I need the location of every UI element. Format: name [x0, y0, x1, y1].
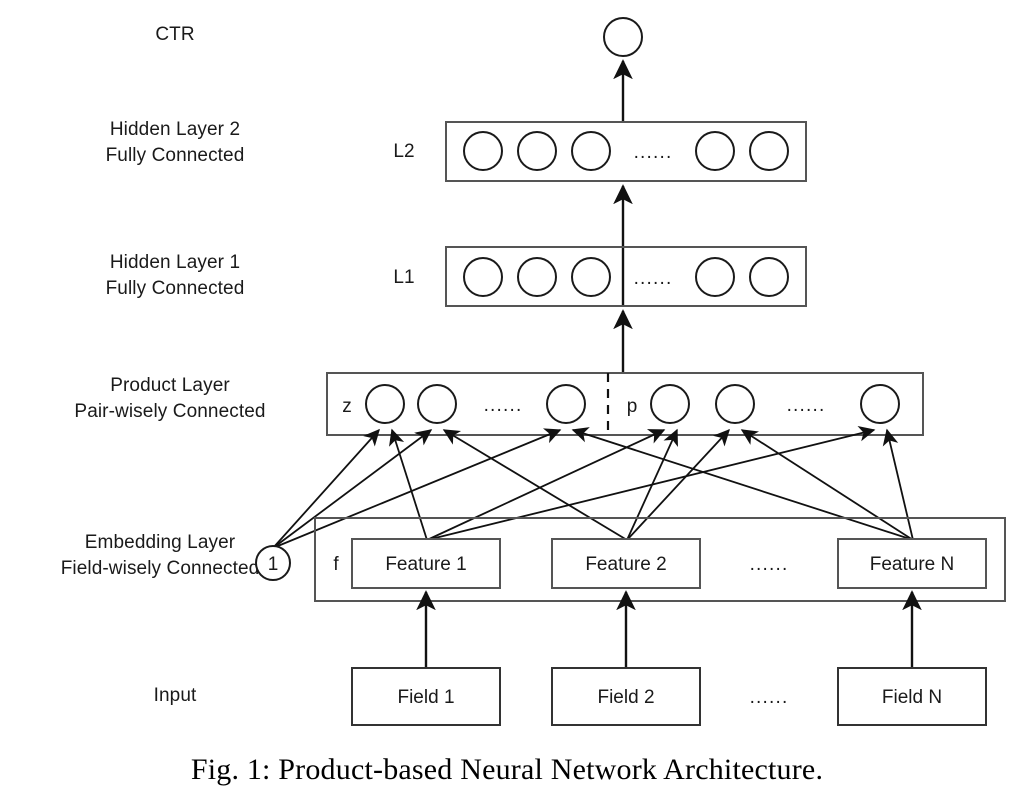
- product-z-node: [546, 384, 586, 424]
- connection-feature2-to-p1: [626, 428, 678, 541]
- connection-bias-to-z1: [272, 428, 380, 549]
- connection-feature2-to-p2: [626, 428, 730, 541]
- embedding-f-tag: f: [333, 554, 339, 575]
- l2-node: [571, 131, 611, 171]
- connection-featureN-to-p2: [740, 429, 914, 541]
- ctr-output-node: [603, 17, 643, 57]
- architecture-diagram: L2 ...... L1 ...... z ...... p ...... 1 …: [255, 17, 1006, 726]
- feature-label-1: Feature 1: [385, 554, 466, 575]
- l2-node: [517, 131, 557, 171]
- l1-node: [749, 257, 789, 297]
- connection-feature2-to-z2: [442, 429, 628, 541]
- feature-label-n: Feature N: [870, 554, 954, 575]
- connection-featureN-to-p3: [882, 428, 914, 541]
- l2-node: [749, 131, 789, 171]
- l2-ellipsis: ......: [634, 142, 673, 163]
- embedding-ellipsis: ......: [750, 554, 789, 575]
- product-p-ellipsis: ......: [787, 395, 826, 416]
- feature-label-2: Feature 2: [585, 554, 666, 575]
- l1-node: [517, 257, 557, 297]
- connection-bias-to-z3: [272, 428, 562, 549]
- product-p-node: [650, 384, 690, 424]
- layer-tag-l2: L2: [393, 141, 414, 162]
- figure-caption: Fig. 1: Product-based Neural Network Arc…: [190, 753, 824, 786]
- connection-feature1-to-p1: [426, 429, 666, 541]
- product-layer-z-tag: z: [342, 396, 352, 417]
- l1-node: [571, 257, 611, 297]
- product-p-node: [860, 384, 900, 424]
- field-label-1: Field 1: [397, 687, 454, 708]
- input-ellipsis: ......: [750, 687, 789, 708]
- connection-bias-to-z2: [272, 429, 433, 549]
- layer-tag-l1: L1: [393, 267, 414, 288]
- product-z-node: [417, 384, 457, 424]
- figure-root: CTR Hidden Layer 2 Fully Connected Hidde…: [0, 0, 1014, 793]
- l1-node: [463, 257, 503, 297]
- l2-node: [463, 131, 503, 171]
- product-z-node: [365, 384, 405, 424]
- product-layer-box: [326, 372, 924, 436]
- l1-node: [695, 257, 735, 297]
- product-p-node: [715, 384, 755, 424]
- l2-node: [695, 131, 735, 171]
- field-label-2: Field 2: [597, 687, 654, 708]
- product-z-ellipsis: ......: [484, 395, 523, 416]
- connection-feature1-to-p3: [426, 425, 876, 541]
- field-label-n: Field N: [882, 687, 942, 708]
- connection-featureN-to-z3: [571, 427, 914, 541]
- l1-ellipsis: ......: [634, 268, 673, 289]
- embedding-bias-label: 1: [268, 554, 279, 575]
- product-layer-p-tag: p: [627, 396, 638, 417]
